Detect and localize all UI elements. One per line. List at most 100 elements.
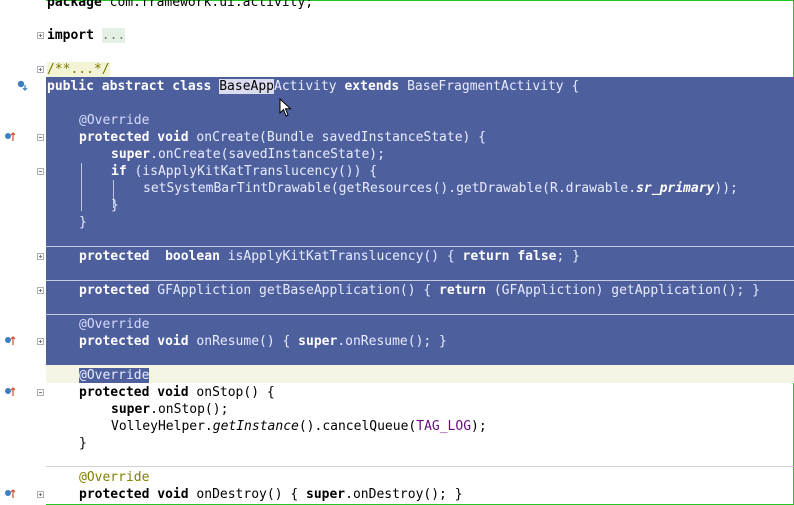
keyword: void — [157, 385, 189, 400]
code-line[interactable]: VolleyHelper.getInstance().cancelQueue(T… — [111, 418, 487, 435]
code-text: ); — [471, 419, 487, 434]
code-text: isApplyKitKatTranslucency() { — [227, 249, 463, 264]
annotation: @Override — [79, 470, 150, 485]
override-icon[interactable] — [4, 487, 16, 499]
mouse-pointer-icon — [279, 98, 292, 117]
keyword: package — [47, 0, 102, 10]
keyword: if — [111, 164, 127, 179]
code-text: ; } — [556, 249, 580, 264]
code-line[interactable]: } — [79, 435, 87, 452]
code-text: BaseFragmentActivity { — [407, 79, 580, 94]
code-line[interactable]: protected GFAppliction getBaseApplicatio… — [79, 282, 760, 299]
keyword: protected — [79, 334, 150, 349]
code-text: } — [79, 436, 87, 451]
editor-gutter — [0, 0, 46, 505]
keyword: extends — [344, 79, 400, 94]
code-text: onCreate(Bundle savedInstanceState) { — [196, 130, 487, 145]
code-line[interactable]: super.onStop(); — [111, 401, 228, 418]
code-text: onStop() { — [196, 385, 275, 400]
keyword: protected — [79, 283, 150, 298]
code-line[interactable]: package com.framework.ui.activity; — [47, 0, 313, 11]
annotation: @Override — [79, 113, 150, 128]
code-line[interactable]: import ... — [47, 27, 126, 44]
code-line[interactable]: } — [111, 197, 119, 214]
method-separator — [46, 466, 794, 467]
override-icon[interactable] — [4, 334, 16, 346]
code-text: .onDestroy(); } — [345, 487, 463, 502]
code-line[interactable]: @Override — [79, 316, 149, 333]
keyword: false — [517, 249, 557, 264]
code-line[interactable]: @Override — [79, 469, 149, 486]
keyword: public — [47, 79, 94, 94]
code-text: setSystemBarTintDrawable(getResources().… — [143, 181, 637, 196]
code-line[interactable]: protected void onDestroy() { super.onDes… — [79, 486, 463, 503]
code-text: (GFAppliction) getApplication(); } — [486, 283, 760, 298]
caret-row-highlight — [46, 365, 794, 383]
code-text: ().cancelQueue( — [298, 419, 417, 434]
keyword: super — [111, 147, 151, 162]
override-icon[interactable] — [4, 130, 16, 142]
field-name: sr_primary — [636, 181, 715, 196]
code-text: onDestroy() { — [196, 487, 306, 502]
code-line[interactable]: @Override — [79, 367, 150, 384]
code-line[interactable]: super.onCreate(savedInstanceState); — [111, 146, 385, 163]
code-line[interactable]: @Override — [79, 112, 149, 129]
override-icon[interactable] — [4, 385, 16, 397]
keyword: protected — [79, 487, 150, 502]
annotation: @Override — [79, 317, 150, 332]
keyword: abstract — [101, 79, 165, 94]
code-text: )); — [714, 181, 738, 196]
code-line[interactable]: setSystemBarTintDrawable(getResources().… — [143, 180, 738, 197]
keyword: void — [157, 130, 189, 145]
keyword: return — [439, 283, 487, 298]
keyword: boolean — [165, 249, 220, 264]
code-line[interactable]: protected boolean isApplyKitKatTransluce… — [79, 248, 580, 265]
keyword: protected — [79, 249, 150, 264]
keyword: return — [462, 249, 510, 264]
code-text: VolleyHelper. — [111, 419, 213, 434]
code-text: (isApplyKitKatTranslucency()) { — [126, 164, 378, 179]
folded-comment[interactable]: /**...*/ — [47, 62, 110, 77]
fold-toggle-icon[interactable] — [37, 32, 44, 39]
fold-toggle-icon[interactable] — [37, 134, 44, 141]
keyword: import — [47, 28, 94, 43]
code-text: GFAppliction getBaseApplication() { — [157, 283, 440, 298]
code-text: } — [111, 198, 119, 213]
folded-region[interactable]: ... — [101, 28, 126, 43]
keyword: protected — [79, 130, 150, 145]
code-text: com.framework.ui.activity; — [101, 0, 314, 10]
fold-toggle-icon[interactable] — [37, 338, 44, 345]
fold-toggle-icon[interactable] — [37, 253, 44, 260]
fold-toggle-icon[interactable] — [37, 491, 44, 498]
keyword: super — [306, 487, 346, 502]
keyword: super — [298, 334, 338, 349]
class-name: BaseApp — [219, 79, 275, 94]
code-editor[interactable]: package com.framework.ui.activity; impor… — [46, 0, 794, 505]
constant-name: TAG_LOG — [416, 419, 472, 434]
code-line[interactable]: protected void onStop() { — [79, 384, 275, 401]
keyword: super — [111, 402, 151, 417]
fold-toggle-icon[interactable] — [37, 287, 44, 294]
code-line[interactable]: protected void onResume() { super.onResu… — [79, 333, 447, 350]
code-line[interactable]: protected void onCreate(Bundle savedInst… — [79, 129, 486, 146]
implemented-icon[interactable] — [16, 79, 28, 91]
code-line[interactable]: public abstract class BaseAppActivity ex… — [47, 78, 579, 95]
keyword: class — [172, 79, 212, 94]
code-text: .onCreate(savedInstanceState); — [150, 147, 385, 162]
code-text: .onStop(); — [150, 402, 229, 417]
code-line[interactable]: } — [79, 214, 87, 231]
annotation: @Override — [79, 368, 150, 383]
indent-guide — [81, 163, 82, 211]
code-text: .onResume(); } — [337, 334, 447, 349]
code-line[interactable]: if (isApplyKitKatTranslucency()) { — [111, 163, 377, 180]
fold-toggle-icon[interactable] — [37, 66, 44, 73]
keyword: void — [157, 334, 189, 349]
method-name: getInstance — [212, 419, 299, 434]
fold-toggle-icon[interactable] — [37, 389, 44, 396]
keyword: void — [157, 487, 189, 502]
class-name: Activity — [274, 79, 337, 94]
code-line[interactable]: /**...*/ — [47, 61, 110, 78]
code-text: onResume() { — [196, 334, 299, 349]
fold-toggle-icon[interactable] — [37, 168, 44, 175]
code-text: } — [79, 215, 87, 230]
